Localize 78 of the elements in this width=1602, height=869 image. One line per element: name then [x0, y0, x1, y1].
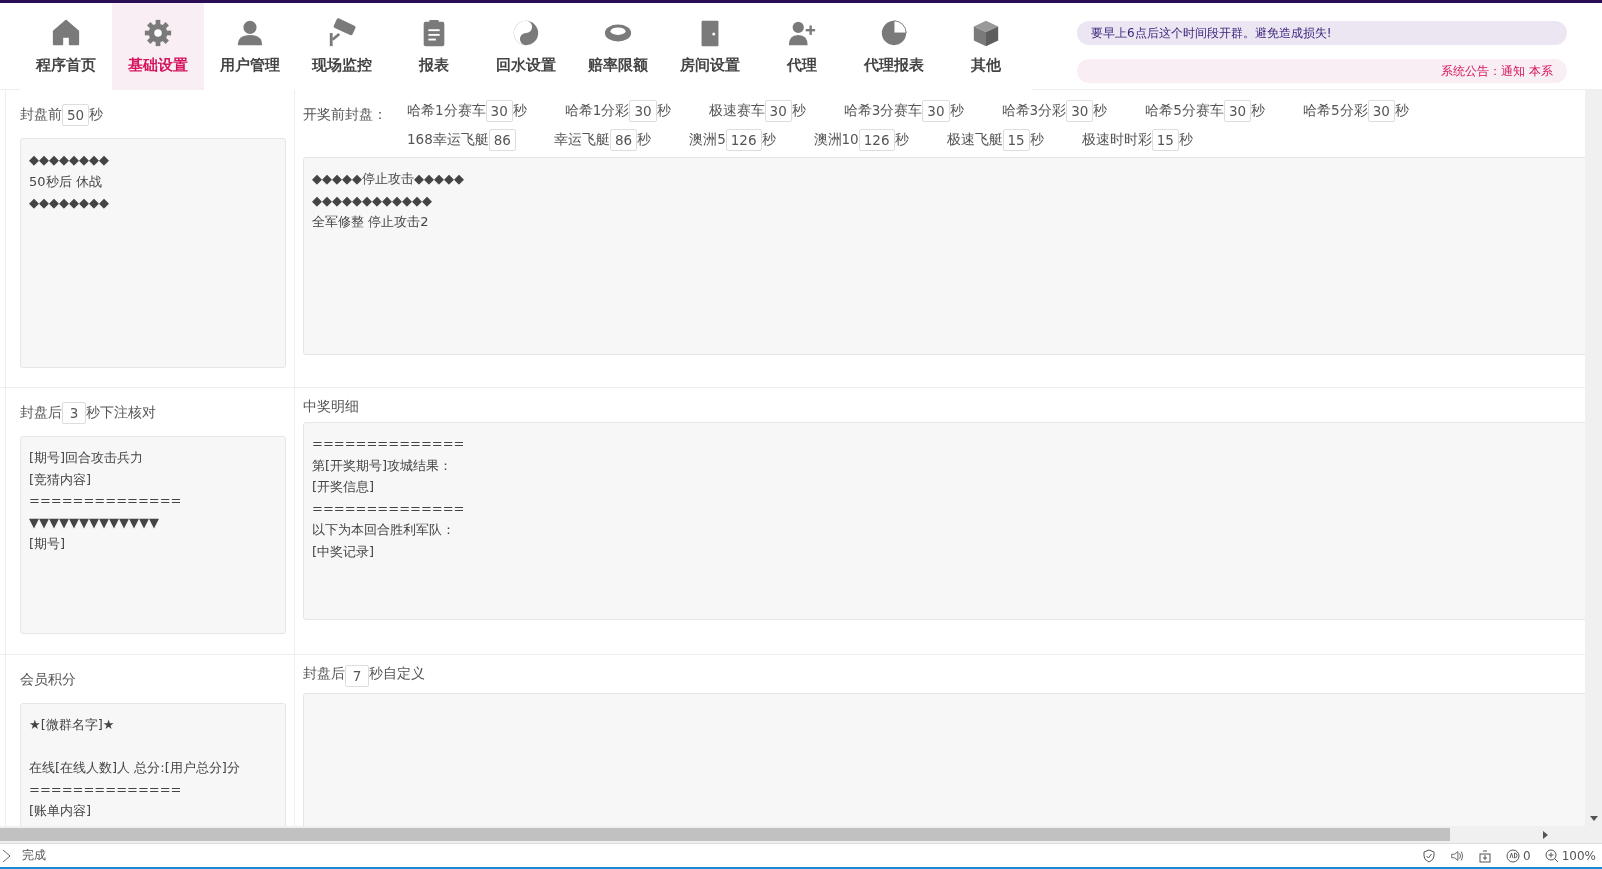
zoom-icon	[1544, 848, 1559, 863]
message-text-field[interactable]: ◆◆◆◆◆◆◆◆ 50秒后 休战 ◆◆◆◆◆◆◆◆	[20, 138, 286, 368]
status-text: 完成	[22, 847, 46, 864]
lottery-name: 幸运飞艇	[553, 131, 610, 149]
lottery-name: 极速赛车	[708, 102, 765, 120]
lottery-name: 极速时时彩	[1081, 131, 1152, 149]
vertical-scrollbar[interactable]	[1585, 90, 1602, 826]
seconds-input[interactable]: 30	[1223, 100, 1252, 122]
scroll-right-icon[interactable]	[1540, 829, 1550, 840]
unit-label: 秒	[656, 102, 671, 120]
seconds-input[interactable]: 86	[609, 129, 638, 151]
unit-label: 秒	[894, 131, 909, 149]
home-icon	[51, 18, 81, 48]
unit-label: 秒	[1029, 131, 1044, 149]
lottery-name: 哈希1分彩	[564, 102, 630, 120]
message-text-field[interactable]: ============== 第[开奖期号]攻城结果： [开奖信息] ============== 以下为本回合胜利军队： [中奖记录]	[303, 422, 1585, 620]
lottery-name: 哈希5分赛车	[1145, 102, 1224, 120]
scrolling-notice: 要早上6点后这个时间段开群。避免造成损失!	[1077, 21, 1567, 45]
seconds-input[interactable]: 126	[858, 129, 895, 151]
lottery-name: 哈希3分彩	[1001, 102, 1067, 120]
unit-label: 秒	[1093, 102, 1108, 120]
unit-label: 秒	[791, 102, 806, 120]
cube-icon	[971, 18, 1001, 48]
shield-icon[interactable]	[1422, 848, 1437, 863]
scroll-down-icon[interactable]	[1588, 813, 1599, 823]
seconds-input[interactable]: 30	[1066, 100, 1094, 122]
speaker-icon[interactable]	[1450, 848, 1465, 863]
field-label: 中奖明细	[303, 398, 359, 416]
field-label: 封盘前	[20, 106, 62, 124]
seconds-input[interactable]: 30	[485, 100, 513, 122]
blocked-count[interactable]: 0	[1506, 848, 1531, 863]
seconds-input[interactable]: 86	[488, 129, 516, 151]
field-label: 秒下注核对	[86, 404, 156, 422]
field-label: 秒	[89, 106, 104, 124]
seconds-input[interactable]: 30	[629, 100, 657, 122]
field-label: 封盘后	[20, 404, 62, 422]
user-icon	[235, 18, 265, 48]
unit-label: 秒	[761, 131, 776, 149]
lottery-name: 哈希1分赛车	[407, 102, 486, 120]
unit-label: 秒	[1394, 102, 1409, 120]
unit-label: 秒	[1178, 131, 1193, 149]
message-text-field[interactable]: ★[微群名字]★ 在线[在线人数]人 总分:[用户总分]分 ============== [账单内容]	[20, 703, 286, 826]
nav-tab[interactable]: 基础设置	[112, 3, 204, 90]
seconds-input[interactable]: 15	[1151, 129, 1179, 151]
ad-block-icon	[1506, 848, 1521, 863]
field-label: 开奖前封盘：	[303, 105, 388, 124]
gear-icon	[143, 18, 173, 48]
field-label: 秒自定义	[369, 665, 425, 683]
scrollbar-thumb[interactable]	[0, 828, 1450, 841]
system-announcement: 系统公告：通知 本系	[1077, 59, 1567, 83]
unit-label: 秒	[949, 102, 964, 120]
unit-label: 秒	[637, 131, 652, 149]
seconds-input[interactable]: 30	[1367, 100, 1395, 122]
chart-icon	[879, 18, 909, 48]
field-label: 会员积分	[20, 671, 76, 689]
seconds-input[interactable]: 30	[922, 100, 950, 122]
swirl-icon	[511, 18, 541, 48]
seconds-input[interactable]: 15	[1002, 129, 1030, 151]
message-text-field[interactable]: ◆◆◆◆◆停止攻击◆◆◆◆◆ ◆◆◆◆◆◆◆◆◆◆◆◆ 全军修整 停止攻击2	[303, 157, 1585, 355]
seconds-input[interactable]: 126	[725, 129, 762, 151]
message-text-field[interactable]: [期号]回合攻击兵力 [竞猜内容] ============== ▼▼▼▼▼▼▼▼▼▼▼▼▼ [期号]	[20, 436, 286, 634]
seconds-input[interactable]: 50	[62, 104, 90, 126]
lottery-name: 澳洲10	[813, 131, 859, 149]
seconds-input[interactable]: 30	[764, 100, 792, 122]
lottery-name: 168幸运飞艇	[407, 131, 489, 149]
download-box-icon[interactable]	[1478, 848, 1493, 863]
lottery-name: 澳洲5	[689, 131, 726, 149]
lottery-name: 哈希5分彩	[1303, 102, 1368, 120]
unit-label: 秒	[1251, 102, 1266, 120]
lottery-name: 极速飞艇	[946, 131, 1003, 149]
horizontal-scrollbar[interactable]	[0, 826, 1602, 843]
seconds-input[interactable]: 3	[62, 402, 86, 424]
zoom-level[interactable]: 100%	[1544, 848, 1596, 863]
field-label: 封盘后	[303, 665, 345, 683]
unit-label: 秒	[512, 102, 527, 120]
camera-icon	[327, 18, 357, 48]
lottery-name: 哈希3分赛车	[843, 102, 923, 120]
seconds-input[interactable]: 7	[345, 665, 369, 687]
